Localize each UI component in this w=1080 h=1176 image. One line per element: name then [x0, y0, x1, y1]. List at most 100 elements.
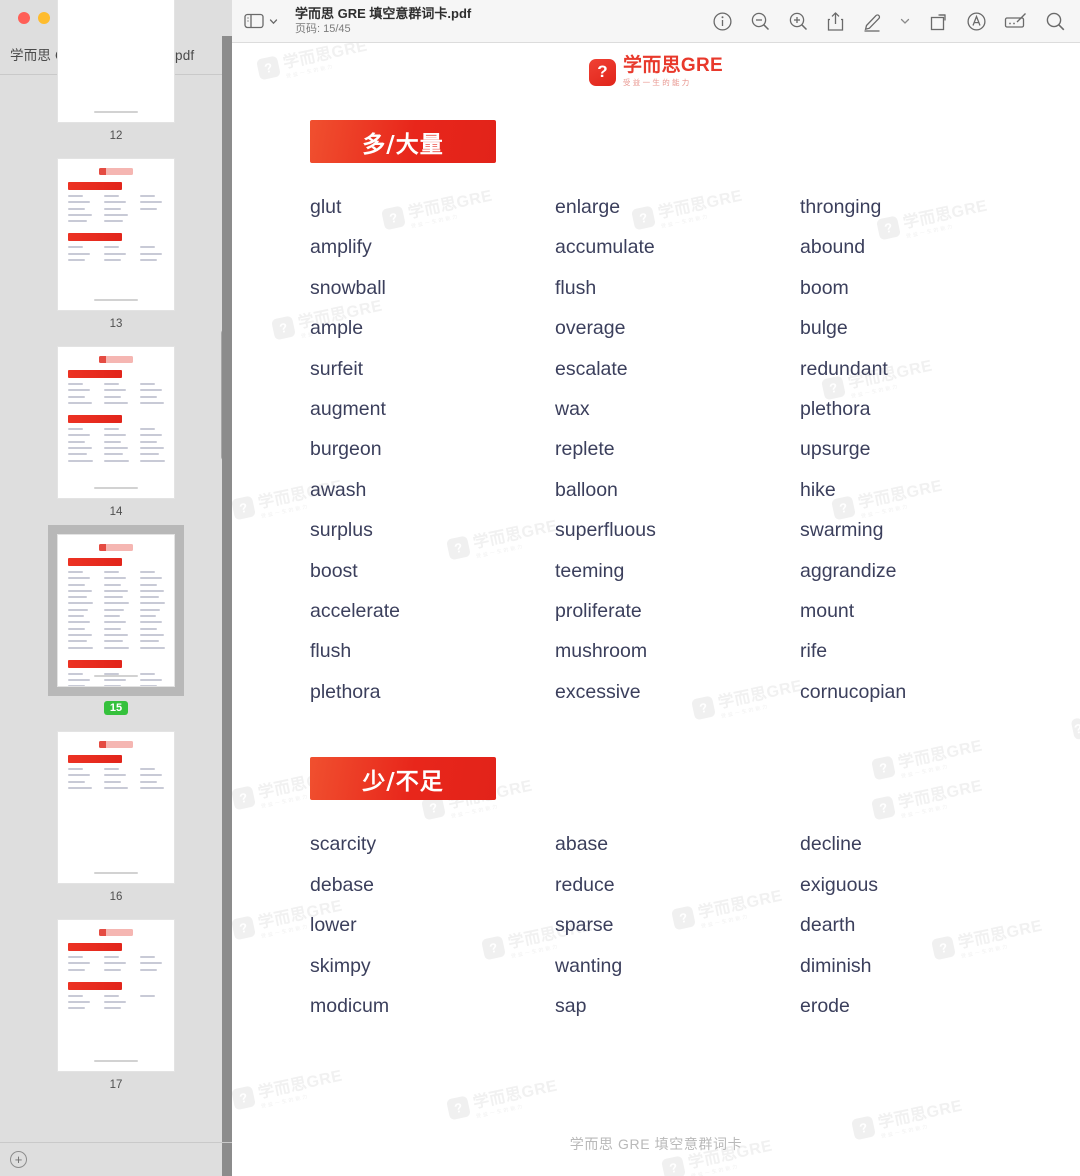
word-item[interactable]: plethora — [800, 389, 1045, 429]
share-icon[interactable] — [826, 11, 845, 32]
word-item[interactable]: modicum — [310, 986, 555, 1026]
word-item[interactable]: proliferate — [555, 591, 800, 631]
word-item[interactable]: surfeit — [310, 349, 555, 389]
word-item[interactable]: redundant — [800, 349, 1045, 389]
word-item[interactable]: surplus — [310, 510, 555, 550]
info-icon[interactable] — [712, 11, 733, 32]
word-item[interactable]: snowball — [310, 268, 555, 308]
word-item[interactable]: reduce — [555, 865, 800, 905]
word-item[interactable]: sparse — [555, 905, 800, 945]
word-item[interactable]: augment — [310, 389, 555, 429]
thumbnail-word-line — [104, 401, 128, 404]
thumbnail-page-14[interactable]: 14 — [0, 346, 232, 518]
word-item[interactable]: upsurge — [800, 429, 1045, 469]
thumbnail-word-column — [68, 571, 96, 653]
word-item[interactable]: amplify — [310, 227, 555, 267]
thumbnail-page-17[interactable]: 17 — [0, 919, 232, 1091]
word-item[interactable]: boom — [800, 268, 1045, 308]
thumbnail-word-line — [68, 207, 86, 210]
rotate-icon[interactable] — [928, 11, 949, 32]
zoom-out-icon[interactable] — [750, 11, 771, 32]
thumbnail-page-15[interactable]: 15 — [0, 525, 232, 715]
word-item[interactable]: boost — [310, 551, 555, 591]
annotate-icon[interactable] — [966, 11, 987, 32]
word-item[interactable]: decline — [800, 824, 1045, 864]
word-item[interactable]: cornucopian — [800, 672, 1045, 712]
thumbnail-preview — [57, 346, 175, 499]
thumbnail-word-line — [140, 627, 158, 630]
markup-chevron-down-icon[interactable] — [899, 15, 911, 27]
section-heading-banner: 多/大量 — [310, 120, 496, 163]
word-item[interactable]: thronging — [800, 187, 1045, 227]
word-item[interactable]: accumulate — [555, 227, 800, 267]
word-item[interactable]: skimpy — [310, 946, 555, 986]
word-item[interactable]: scarcity — [310, 824, 555, 864]
thumbnail-word-line — [68, 602, 94, 605]
thumbnail-word-line — [68, 994, 84, 997]
word-item[interactable]: sap — [555, 986, 800, 1026]
word-item[interactable]: accelerate — [310, 591, 555, 631]
word-item[interactable]: plethora — [310, 672, 555, 712]
word-item[interactable]: abound — [800, 227, 1045, 267]
word-item[interactable]: mount — [800, 591, 1045, 631]
thumbnail-brand-logo — [99, 168, 133, 175]
word-item[interactable]: excessive — [555, 672, 800, 712]
word-item[interactable]: aggrandize — [800, 551, 1045, 591]
word-item[interactable]: escalate — [555, 349, 800, 389]
thumbnail-word-line — [68, 596, 87, 599]
thumbnail-word-line — [140, 968, 158, 971]
pdf-page-canvas[interactable]: ? 学而思GRE 受益一生的能力? 学而思GRE 受益一生的能力? 学而思GRE 受益一生的… — [232, 43, 1080, 1176]
add-page-button[interactable]: + — [10, 1151, 27, 1168]
thumbnail-word-line — [104, 1007, 122, 1010]
sidebar-icon — [244, 13, 264, 29]
word-item[interactable]: flush — [310, 631, 555, 671]
word-item[interactable]: debase — [310, 865, 555, 905]
thumbnail-word-column — [68, 246, 96, 265]
word-item[interactable]: glut — [310, 187, 555, 227]
word-item[interactable]: superfluous — [555, 510, 800, 550]
thumbnail-page-13[interactable]: 13 — [0, 158, 232, 330]
word-item[interactable]: wax — [555, 389, 800, 429]
thumbnail-page-12[interactable]: 12 — [0, 0, 232, 142]
word-item[interactable]: mushroom — [555, 631, 800, 671]
chevron-down-icon — [269, 18, 278, 24]
word-item[interactable]: lower — [310, 905, 555, 945]
word-item[interactable]: flush — [555, 268, 800, 308]
thumbnail-word-line — [104, 968, 122, 971]
thumbnail-word-line — [104, 633, 128, 636]
word-item[interactable]: wanting — [555, 946, 800, 986]
word-item[interactable]: erode — [800, 986, 1045, 1026]
thumbnail-word-line — [140, 389, 162, 392]
word-item[interactable]: abase — [555, 824, 800, 864]
signature-icon[interactable] — [1004, 11, 1028, 31]
word-item[interactable]: balloon — [555, 470, 800, 510]
thumbnail-page-16[interactable]: 16 — [0, 731, 232, 903]
word-item[interactable]: awash — [310, 470, 555, 510]
word-item[interactable]: rife — [800, 631, 1045, 671]
word-item[interactable]: teeming — [555, 551, 800, 591]
word-item[interactable]: diminish — [800, 946, 1045, 986]
thumbnail-list[interactable]: 12 13 14 15 16 17 — [0, 0, 232, 1142]
word-item[interactable]: dearth — [800, 905, 1045, 945]
word-item[interactable]: ample — [310, 308, 555, 348]
thumbnail-word-columns — [64, 956, 168, 975]
sidebar-toggle-button[interactable] — [244, 13, 279, 29]
word-item[interactable]: bulge — [800, 308, 1045, 348]
thumbnail-brand-logo — [99, 356, 133, 363]
word-item[interactable]: exiguous — [800, 865, 1045, 905]
word-item[interactable]: replete — [555, 429, 800, 469]
thumbnail-preview — [57, 0, 175, 123]
zoom-in-icon[interactable] — [788, 11, 809, 32]
word-item[interactable]: enlarge — [555, 187, 800, 227]
search-icon[interactable] — [1045, 11, 1066, 32]
thumbnail-word-columns — [64, 994, 168, 1014]
word-item[interactable]: burgeon — [310, 429, 555, 469]
word-item[interactable]: hike — [800, 470, 1045, 510]
thumbnail-word-line — [68, 246, 84, 249]
word-item[interactable]: overage — [555, 308, 800, 348]
word-item[interactable]: swarming — [800, 510, 1045, 550]
watermark-text: 学而思GRE — [471, 1077, 560, 1113]
thumbnail-section-band — [68, 981, 122, 990]
thumbnail-word-line — [140, 589, 164, 592]
markup-pen-icon[interactable] — [862, 11, 882, 32]
